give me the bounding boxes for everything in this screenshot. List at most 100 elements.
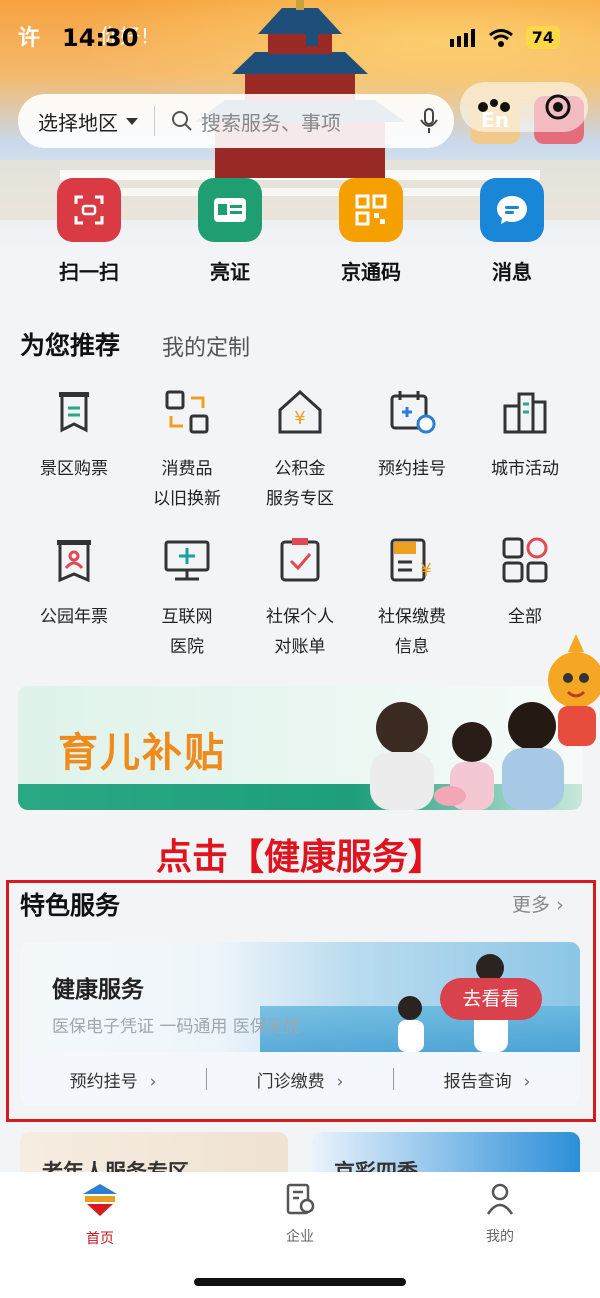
search-icon (172, 111, 192, 131)
quick-action-qrcode[interactable]: 京通码 (339, 178, 403, 284)
search-bar[interactable]: 选择地区 搜索服务、事项 (18, 94, 454, 148)
park-pass-icon (57, 540, 91, 583)
svg-text:¥: ¥ (294, 408, 305, 429)
more-dots-icon[interactable] (477, 97, 511, 117)
mascot-icon (548, 634, 600, 746)
tab-home[interactable]: 首页 (50, 1182, 150, 1248)
quick-action-label: 扫一扫 (59, 260, 119, 284)
service-city-events[interactable]: 城市活动 (469, 388, 581, 484)
status-time: 14:30 (62, 24, 139, 52)
message-icon (480, 178, 544, 242)
wifi-icon (488, 28, 513, 47)
search-input[interactable]: 搜索服务、事项 (201, 107, 420, 136)
online-hospital-icon (164, 540, 210, 581)
service-label: 消费品 以旧换新 (153, 459, 221, 509)
profile-icon (486, 1183, 514, 1215)
service-label: 社保个人 对账单 (266, 607, 334, 657)
appointment-icon (390, 391, 436, 434)
service-insurance-payment[interactable]: ¥ 社保缴费 信息 (356, 536, 468, 662)
health-card-subtitle: 医保电子凭证 一码通用 医保无忧 (52, 1017, 301, 1037)
health-card-title: 健康服务 (52, 977, 144, 1003)
card-title: 京彩四季 (334, 1160, 418, 1172)
service-label: 公园年票 (40, 607, 108, 627)
health-quick-links: 预约挂号 › 门诊缴费 › 报告查询 › (20, 1052, 580, 1106)
quick-action-id[interactable]: 亮证 (198, 178, 262, 284)
featured-title: 特色服务 (20, 891, 121, 920)
service-label: 预约挂号 (378, 459, 446, 479)
banner-title: 育儿补贴 (58, 730, 226, 776)
caret-down-icon (126, 117, 138, 125)
service-label: 互联网 医院 (161, 607, 213, 657)
status-user: 许 (18, 26, 41, 51)
more-label: 更多 (512, 894, 551, 916)
quick-action-scan[interactable]: 扫一扫 (57, 178, 121, 284)
service-insurance-statement[interactable]: 社保个人 对账单 (244, 536, 356, 662)
qr-code-icon (339, 178, 403, 242)
chevron-right-icon: › (556, 894, 564, 916)
battery-indicator: 74 (525, 26, 560, 49)
childcare-subsidy-banner[interactable]: 育儿补贴 (18, 686, 582, 810)
card-title: 老年人服务专区 (42, 1160, 189, 1172)
housing-fund-icon: ¥ (278, 389, 322, 434)
go-see-button[interactable]: 去看看 (440, 978, 542, 1020)
four-seasons-card[interactable]: 京彩四季 (312, 1132, 580, 1172)
tab-my-custom[interactable]: 我的定制 (162, 330, 250, 362)
link-label: 门诊缴费 (256, 1071, 325, 1092)
tab-label: 企业 (286, 1229, 314, 1245)
status-bar: 许 你好！ 14:30 74 (0, 0, 600, 80)
instruction-text: 点击【健康服务】 (155, 837, 444, 878)
enterprise-icon (286, 1183, 315, 1215)
id-card-icon (198, 178, 262, 242)
quick-action-label: 京通码 (341, 260, 401, 284)
link-report-query[interactable]: 报告查询 › (394, 1067, 580, 1092)
region-label: 选择地区 (38, 110, 118, 135)
service-all[interactable]: 全部 (469, 536, 581, 632)
recommend-title[interactable]: 为您推荐 (20, 326, 120, 362)
region-selector[interactable]: 选择地区 (18, 107, 138, 136)
ticket-icon (59, 392, 89, 433)
quick-action-message[interactable]: 消息 (480, 178, 544, 284)
chevron-right-icon: › (523, 1071, 531, 1092)
health-service-card[interactable]: 健康服务 医保电子凭证 一码通用 医保无忧 去看看 预约挂号 › 门诊缴费 › 报告… (20, 942, 580, 1106)
more-link[interactable]: 更多 › (512, 890, 564, 917)
elderly-services-card[interactable]: 老年人服务专区 (20, 1132, 288, 1172)
home-indicator (194, 1278, 406, 1286)
link-label: 报告查询 (443, 1071, 512, 1092)
service-housing-fund[interactable]: ¥ 公积金 服务专区 (244, 388, 356, 514)
tab-profile[interactable]: 我的 (450, 1182, 550, 1246)
tab-enterprise[interactable]: 企业 (250, 1182, 350, 1246)
link-outpatient-payment[interactable]: 门诊缴费 › (207, 1067, 393, 1092)
quick-action-label: 消息 (492, 260, 532, 284)
tab-label: 我的 (486, 1229, 514, 1245)
home-icon (83, 1184, 117, 1216)
service-label: 城市活动 (491, 459, 559, 479)
microphone-icon[interactable] (420, 108, 438, 134)
chevron-right-icon: › (149, 1071, 157, 1092)
statement-icon (280, 538, 320, 582)
quick-action-label: 亮证 (210, 260, 250, 284)
signal-icon (449, 28, 475, 47)
service-appointment[interactable]: 预约挂号 (356, 388, 468, 484)
city-icon (503, 392, 547, 434)
trade-in-icon (165, 390, 209, 434)
all-apps-icon (502, 537, 548, 583)
tab-label: 首页 (86, 1231, 114, 1247)
link-label: 预约挂号 (69, 1071, 138, 1092)
service-label: 全部 (508, 607, 542, 627)
service-label: 景区购票 (40, 459, 108, 479)
service-trade-in[interactable]: 消费品 以旧换新 (131, 388, 243, 514)
status-indicators: 74 (449, 26, 560, 49)
search-divider (154, 106, 155, 136)
scan-icon (57, 178, 121, 242)
svg-text:¥: ¥ (420, 560, 431, 581)
service-park-pass[interactable]: 公园年票 (18, 536, 130, 632)
link-appointment[interactable]: 预约挂号 › (20, 1067, 206, 1092)
service-label: 公积金 服务专区 (266, 459, 334, 509)
chevron-right-icon: › (336, 1071, 344, 1092)
service-scenic-tickets[interactable]: 景区购票 (18, 388, 130, 484)
close-target-icon[interactable] (544, 93, 572, 121)
service-label: 社保缴费 信息 (378, 607, 446, 657)
mini-program-capsule (460, 82, 588, 132)
social-insurance-icon: ¥ (390, 538, 432, 582)
service-online-hospital[interactable]: 互联网 医院 (131, 536, 243, 662)
